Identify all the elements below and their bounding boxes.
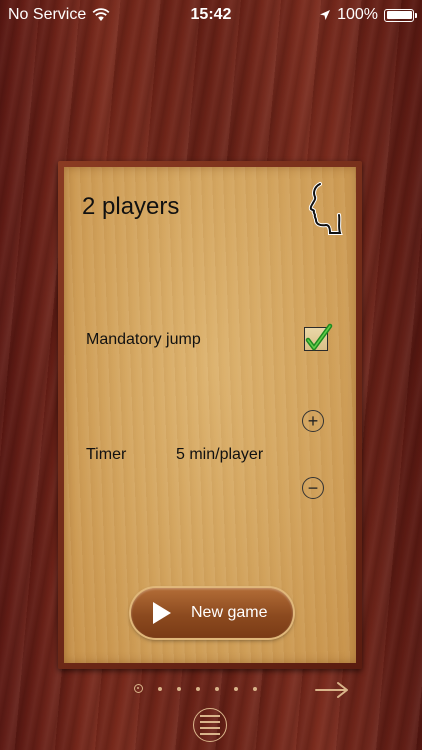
menu-line [200, 721, 220, 723]
new-game-label: New game [191, 604, 268, 621]
timer-increase-button[interactable]: + [302, 410, 324, 432]
status-bar: No Service 15:42 100% [0, 0, 422, 30]
mandatory-jump-checkbox[interactable] [304, 323, 333, 351]
play-icon [153, 602, 171, 624]
page-dot[interactable] [196, 686, 200, 691]
page-dot-active[interactable] [134, 684, 143, 693]
players-title[interactable]: 2 players [82, 193, 179, 221]
menu-line [200, 715, 220, 717]
timer-decrease-button[interactable]: − [302, 477, 324, 499]
page-indicator[interactable] [134, 684, 257, 693]
human-head-icon[interactable] [306, 181, 346, 237]
settings-card-frame: 2 players Mandatory jump + Timer 5 min/p… [58, 161, 362, 669]
menu-button[interactable] [193, 708, 227, 742]
checkmark-icon [305, 323, 333, 351]
battery-icon [384, 8, 417, 22]
page-dot[interactable] [215, 686, 219, 691]
mandatory-jump-label: Mandatory jump [86, 331, 201, 348]
new-game-button[interactable]: New game [131, 588, 293, 638]
next-arrow-icon[interactable] [314, 680, 350, 700]
plus-icon: + [307, 411, 319, 431]
timer-value: 5 min/player [176, 446, 264, 463]
page-dot[interactable] [253, 686, 257, 691]
page-dot[interactable] [158, 686, 162, 691]
settings-card: 2 players Mandatory jump + Timer 5 min/p… [64, 167, 356, 663]
menu-line [200, 733, 220, 735]
timer-label: Timer [86, 446, 127, 463]
page-dot[interactable] [177, 686, 181, 691]
menu-line [200, 727, 220, 729]
battery-percent: 100% [337, 6, 378, 23]
battery-fill [386, 11, 412, 19]
status-right: 100% [319, 6, 417, 24]
location-arrow-icon [320, 10, 331, 20]
page-dot[interactable] [234, 686, 238, 691]
minus-icon: − [307, 478, 319, 498]
